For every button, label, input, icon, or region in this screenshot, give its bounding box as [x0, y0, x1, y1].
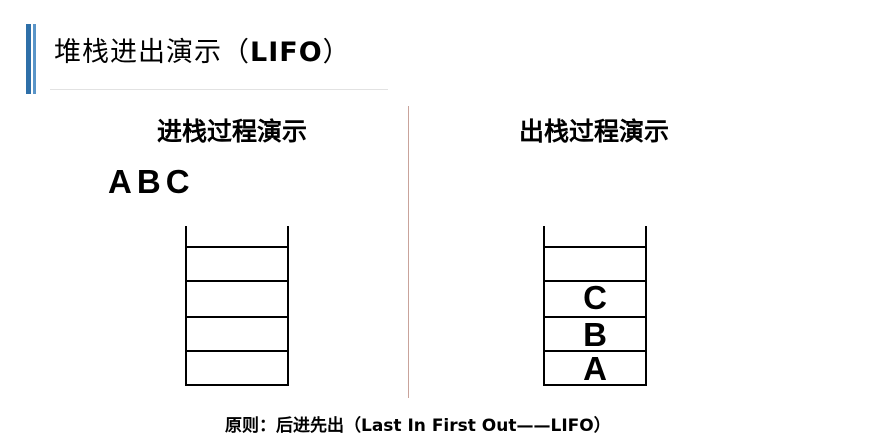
page-title-suffix: ）	[322, 37, 351, 68]
title-accent-bar	[26, 24, 31, 94]
stack-slot-line	[187, 350, 287, 352]
stack-slot-line	[187, 280, 287, 282]
waiting-item: A	[108, 163, 132, 200]
page-title-prefix: 堆栈进出演示（	[54, 37, 250, 68]
stack-slot-line	[187, 246, 287, 248]
title-accent-bar-secondary	[33, 24, 36, 94]
waiting-item: B	[136, 163, 161, 200]
stack-item: B	[583, 316, 607, 353]
pop-stack: C B A	[543, 226, 647, 386]
push-section-title: 进栈过程演示	[157, 117, 308, 146]
page-title-lifo: LIFO	[250, 37, 323, 68]
stack-slot-line	[187, 316, 287, 318]
push-stack	[185, 226, 289, 386]
stack-item: A	[583, 350, 607, 387]
stack-slot-line	[187, 384, 287, 386]
page-title: 堆栈进出演示（LIFO）	[54, 30, 351, 69]
stack-item: C	[583, 279, 607, 316]
title-underline	[50, 89, 388, 90]
section-divider	[408, 106, 409, 398]
lifo-principle: 原则：后进先出（Last In First Out——LIFO）	[225, 416, 611, 436]
waiting-items: ABC	[108, 163, 195, 201]
pop-section-title: 出栈过程演示	[519, 117, 670, 146]
stack-slot-line	[545, 246, 645, 248]
waiting-item: C	[165, 163, 190, 200]
